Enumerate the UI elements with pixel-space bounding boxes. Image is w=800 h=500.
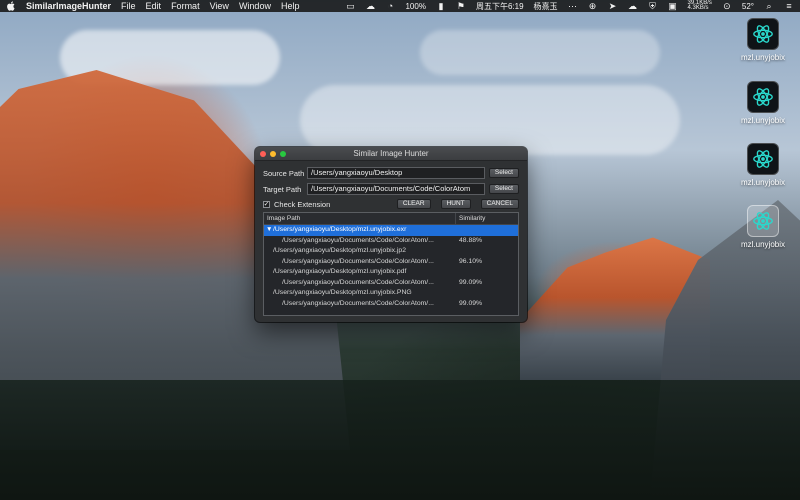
table-cell-similarity: 48.88% bbox=[459, 236, 483, 244]
menu-window[interactable]: Window bbox=[239, 0, 271, 12]
table-row[interactable]: /Users/yangxiaoyu/Desktop/mzl.unyjobix.p… bbox=[264, 267, 518, 278]
row-path-text: /Users/yangxiaoyu/Desktop/mzl.unyjobix.P… bbox=[273, 289, 412, 296]
user-name[interactable]: 杨熹玉 bbox=[534, 1, 558, 12]
battery-icon[interactable]: ▮ bbox=[436, 1, 446, 11]
forest bbox=[0, 380, 800, 500]
network-speed: 39.1KB/s 4.3KB/s bbox=[687, 0, 712, 11]
table-cell-similarity: 96.10% bbox=[459, 257, 483, 265]
menu-bar-left: SimilarImageHunter File Edit Format View… bbox=[6, 0, 299, 12]
desktop-file-label: mzl.unyjobix bbox=[740, 240, 785, 249]
search-icon[interactable]: ⌕ bbox=[764, 1, 774, 11]
wifi-icon[interactable]: ◔ bbox=[385, 1, 395, 11]
temperature: 52° bbox=[741, 1, 754, 11]
desktop-file-3[interactable]: mzl.unyjobix bbox=[733, 143, 793, 187]
target-path-field[interactable]: /Users/yangxiaoyu/Documents/Code/ColorAt… bbox=[307, 183, 485, 195]
cloud bbox=[300, 85, 680, 155]
menu-help[interactable]: Help bbox=[281, 0, 300, 12]
menu-app-name[interactable]: SimilarImageHunter bbox=[26, 0, 111, 12]
disclosure-triangle-icon[interactable]: ▼ bbox=[266, 225, 273, 236]
source-path-row: Source Path /Users/yangxiaoyu/Desktop Se… bbox=[263, 167, 519, 179]
table-row[interactable]: /Users/yangxiaoyu/Documents/Code/ColorAt… bbox=[264, 236, 518, 247]
menu-bar: SimilarImageHunter File Edit Format View… bbox=[0, 0, 800, 12]
pin-icon[interactable]: ⊕ bbox=[588, 1, 598, 11]
table-cell-similarity bbox=[456, 246, 518, 257]
options-row: ✓ Check Extension CLEAR HUNT CANCEL bbox=[263, 199, 519, 209]
table-cell-similarity: 99.09% bbox=[459, 299, 483, 307]
row-path-text: /Users/yangxiaoyu/Desktop/mzl.unyjobix.j… bbox=[273, 247, 406, 254]
table-cell-similarity bbox=[456, 288, 518, 299]
window-title: Similar Image Hunter bbox=[353, 148, 429, 158]
table-cell-path: /Users/yangxiaoyu/Desktop/mzl.unyjobix.j… bbox=[264, 246, 456, 257]
atom-icon bbox=[747, 81, 779, 113]
table-row[interactable]: /Users/yangxiaoyu/Documents/Code/ColorAt… bbox=[264, 299, 518, 310]
action-buttons: CLEAR HUNT CANCEL bbox=[393, 199, 519, 209]
table-cell-similarity bbox=[456, 267, 518, 278]
desktop-file-label: mzl.unyjobix bbox=[740, 53, 785, 62]
thermometer-icon[interactable]: ⊙ bbox=[722, 1, 732, 11]
desktop-file-label: mzl.unyjobix bbox=[740, 116, 785, 125]
source-path-field[interactable]: /Users/yangxiaoyu/Desktop bbox=[307, 167, 485, 179]
table-row[interactable]: ▼/Users/yangxiaoyu/Desktop/mzl.unyjobix.… bbox=[264, 225, 518, 236]
column-similarity[interactable]: Similarity bbox=[456, 213, 518, 224]
monitor-icon[interactable]: ▣ bbox=[668, 1, 678, 11]
row-path-text: /Users/yangxiaoyu/Desktop/mzl.unyjobix.p… bbox=[273, 268, 407, 275]
datetime[interactable]: 周五下午6:19 bbox=[476, 1, 524, 12]
table-cell-path: /Users/yangxiaoyu/Documents/Code/ColorAt… bbox=[282, 278, 434, 286]
desktop-file-4[interactable]: mzl.unyjobix bbox=[733, 205, 793, 249]
column-image-path[interactable]: Image Path bbox=[264, 213, 456, 224]
hunt-button[interactable]: HUNT bbox=[440, 199, 471, 209]
apple-icon[interactable] bbox=[6, 1, 16, 11]
window-content: Source Path /Users/yangxiaoyu/Desktop Se… bbox=[255, 161, 527, 316]
target-select-button[interactable]: Select bbox=[488, 184, 519, 194]
clear-button[interactable]: CLEAR bbox=[396, 199, 431, 209]
desktop-file-2[interactable]: mzl.unyjobix bbox=[733, 81, 793, 125]
source-path-label: Source Path bbox=[263, 168, 305, 178]
table-row[interactable]: /Users/yangxiaoyu/Documents/Code/ColorAt… bbox=[264, 278, 518, 289]
check-extension[interactable]: ✓ Check Extension bbox=[263, 200, 330, 209]
window-titlebar[interactable]: Similar Image Hunter bbox=[255, 147, 527, 161]
table-row[interactable]: /Users/yangxiaoyu/Desktop/mzl.unyjobix.j… bbox=[264, 246, 518, 257]
atom-icon bbox=[747, 143, 779, 175]
cloud-icon[interactable]: ☁ bbox=[628, 1, 638, 11]
desktop-file-label: mzl.unyjobix bbox=[740, 178, 785, 187]
table-header: Image Path Similarity bbox=[264, 213, 518, 225]
results-table: Image Path Similarity ▼/Users/yangxiaoyu… bbox=[263, 212, 519, 316]
menu-edit[interactable]: Edit bbox=[146, 0, 162, 12]
flag-icon[interactable]: ⚑ bbox=[456, 1, 466, 11]
table-cell-path: /Users/yangxiaoyu/Documents/Code/ColorAt… bbox=[282, 299, 434, 307]
table-cell-similarity: 99.09% bbox=[459, 278, 483, 286]
target-path-row: Target Path /Users/yangxiaoyu/Documents/… bbox=[263, 183, 519, 195]
table-cell-path: /Users/yangxiaoyu/Desktop/mzl.unyjobix.p… bbox=[264, 267, 456, 278]
table-cell-path: /Users/yangxiaoyu/Documents/Code/ColorAt… bbox=[282, 236, 434, 244]
table-cell-path: /Users/yangxiaoyu/Documents/Code/ColorAt… bbox=[282, 257, 434, 265]
check-extension-checkbox[interactable]: ✓ bbox=[263, 200, 270, 208]
atom-icon bbox=[747, 205, 779, 237]
wechat-icon[interactable]: ☁ bbox=[365, 1, 375, 11]
battery-percent: 100% bbox=[405, 1, 426, 11]
menu-view[interactable]: View bbox=[210, 0, 229, 12]
cancel-button[interactable]: CANCEL bbox=[480, 199, 519, 209]
desktop-file-1[interactable]: mzl.unyjobix bbox=[733, 18, 793, 62]
screen-record-icon[interactable]: ▭ bbox=[345, 1, 355, 11]
menu-file[interactable]: File bbox=[121, 0, 136, 12]
table-cell-path: /Users/yangxiaoyu/Desktop/mzl.unyjobix.P… bbox=[264, 288, 456, 299]
cloud bbox=[420, 30, 660, 75]
net-down: 4.3KB/s bbox=[687, 5, 709, 11]
notification-list-icon[interactable]: ≡ bbox=[784, 1, 794, 11]
row-path-text: /Users/yangxiaoyu/Desktop/mzl.unyjobix.e… bbox=[273, 226, 407, 233]
send-icon[interactable]: ➤ bbox=[608, 1, 618, 11]
atom-icon bbox=[747, 18, 779, 50]
check-extension-label: Check Extension bbox=[274, 199, 331, 209]
menu-bar-right: ▭ ☁ ◔ 100% ▮ ⚑ 周五下午6:19 杨熹玉 ⋯ ⊕ ➤ ☁ ⛨ ▣ … bbox=[345, 0, 794, 12]
table-row[interactable]: /Users/yangxiaoyu/Desktop/mzl.unyjobix.P… bbox=[264, 288, 518, 299]
table-cell-similarity bbox=[456, 225, 518, 236]
target-path-label: Target Path bbox=[263, 184, 302, 194]
menu-format[interactable]: Format bbox=[171, 0, 200, 12]
more-icon[interactable]: ⋯ bbox=[568, 1, 578, 11]
table-cell-path: ▼/Users/yangxiaoyu/Desktop/mzl.unyjobix.… bbox=[264, 225, 456, 236]
shield-icon[interactable]: ⛨ bbox=[648, 1, 658, 11]
source-select-button[interactable]: Select bbox=[488, 168, 519, 178]
similar-image-hunter-window: Similar Image Hunter Source Path /Users/… bbox=[255, 147, 527, 322]
table-row[interactable]: /Users/yangxiaoyu/Documents/Code/ColorAt… bbox=[264, 257, 518, 268]
